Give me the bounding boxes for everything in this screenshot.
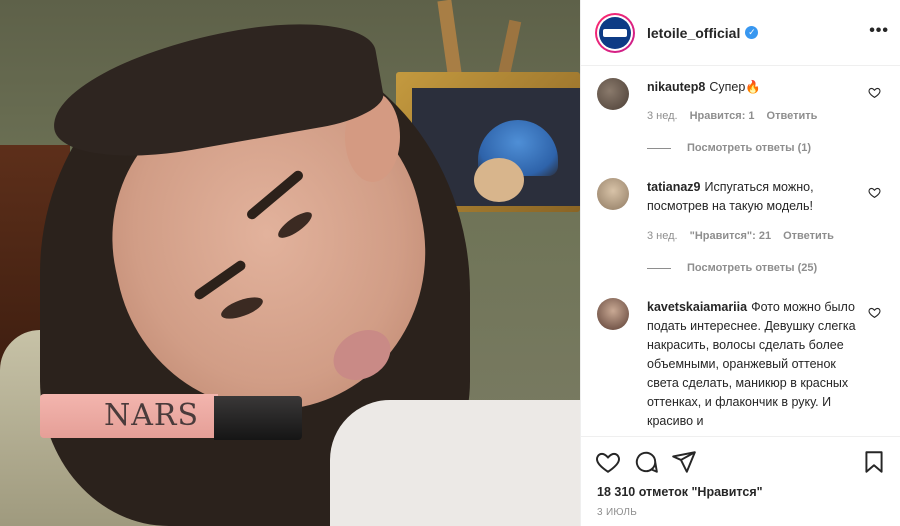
comment-meta: 3 нед. Нравится: 1 Ответить — [647, 110, 817, 122]
comment-meta: 3 нед. "Нравится": 21 Ответить — [647, 230, 834, 242]
view-replies-label: Посмотреть ответы (25) — [687, 262, 818, 274]
comments-list[interactable]: nikautep8 Супер🔥 3 нед. Нравится: 1 Ответ… — [581, 66, 900, 436]
bookmark-icon[interactable] — [861, 449, 887, 475]
comment-username[interactable]: kavetskaiamariia — [647, 300, 747, 314]
replies-divider — [647, 147, 671, 149]
comment-avatar[interactable] — [597, 298, 629, 330]
photo-brand-text: NARS — [104, 398, 200, 433]
comment-icon[interactable] — [633, 449, 659, 475]
post-photo[interactable]: NARS — [0, 0, 580, 526]
comment-body: Супер🔥 — [709, 80, 761, 94]
heart-icon[interactable] — [868, 86, 881, 99]
photo-painting-face — [474, 158, 524, 202]
post-username[interactable]: letoile_official — [647, 25, 740, 41]
reply-button[interactable]: Ответить — [767, 110, 818, 122]
instagram-post: NARS letoile_official ✓ ••• nikautep8 Суп… — [0, 0, 900, 526]
comment-likes[interactable]: Нравится: 1 — [690, 110, 755, 122]
comment-time[interactable]: 3 нед. — [647, 110, 678, 122]
avatar-border — [597, 14, 633, 51]
comment-body: Фото можно было подать интереснее. Девуш… — [647, 300, 856, 428]
comment-likes[interactable]: "Нравится": 21 — [690, 230, 771, 242]
photo-shirt — [330, 400, 580, 526]
replies-divider — [647, 267, 671, 269]
comment-avatar[interactable] — [597, 178, 629, 210]
comment-avatar[interactable] — [597, 78, 629, 110]
post-date[interactable]: 3 ИЮЛЬ — [597, 507, 637, 518]
heart-icon[interactable] — [868, 306, 881, 319]
more-icon[interactable]: ••• — [869, 22, 889, 40]
share-icon[interactable] — [671, 449, 697, 475]
view-replies-button[interactable]: Посмотреть ответы (25) — [647, 262, 817, 274]
photo-lipstick-cap — [214, 396, 302, 440]
post-header: letoile_official ✓ ••• — [581, 0, 900, 66]
comment-text: nikautep8 Супер🔥 — [647, 78, 862, 97]
view-replies-label: Посмотреть ответы (1) — [687, 142, 812, 154]
avatar[interactable] — [595, 12, 635, 53]
comment-text: tatianaz9 Испугаться можно, посмотрев на … — [647, 178, 862, 216]
comment-time[interactable]: 3 нед. — [647, 230, 678, 242]
heart-icon[interactable] — [595, 449, 621, 475]
verified-badge-icon: ✓ — [745, 26, 759, 39]
reply-button[interactable]: Ответить — [783, 230, 834, 242]
comment-text: kavetskaiamariia Фото можно было подать и… — [647, 298, 862, 431]
post-actions: 18 310 отметок "Нравится" 3 ИЮЛЬ — [581, 436, 900, 526]
likes-count[interactable]: 18 310 отметок "Нравится" — [597, 485, 763, 499]
comment-username[interactable]: tatianaz9 — [647, 180, 701, 194]
heart-icon[interactable] — [868, 186, 881, 199]
view-replies-button[interactable]: Посмотреть ответы (1) — [647, 142, 811, 154]
brand-logo — [599, 16, 631, 49]
post-sidebar: letoile_official ✓ ••• nikautep8 Супер🔥 3… — [580, 0, 900, 526]
brand-logo-mark — [603, 28, 627, 37]
comment-username[interactable]: nikautep8 — [647, 80, 705, 94]
